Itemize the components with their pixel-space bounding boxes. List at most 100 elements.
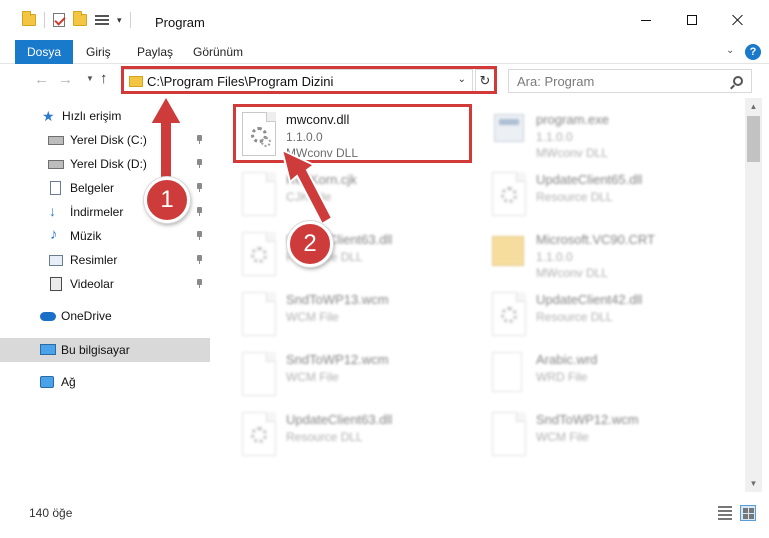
file-item[interactable]: Microsoft.VC90.CRT 1.1.0.0 MWconv DLL (486, 226, 726, 282)
close-icon (732, 14, 744, 26)
sidebar-item-music[interactable]: ♪ Müzik (0, 224, 210, 248)
new-folder-icon[interactable] (73, 11, 87, 26)
file-item[interactable]: UpdateClient63.dll Resource DLL (236, 226, 476, 282)
file-name: UpdateClient42.dll (536, 292, 643, 307)
minimize-button[interactable] (623, 0, 669, 40)
file-description: MWconv DLL (286, 146, 359, 160)
folder-icon (22, 11, 36, 26)
sidebar-item-label: Yerel Disk (C:) (70, 133, 147, 147)
sidebar-item-network[interactable]: Ağ (0, 370, 210, 394)
step-callout-1: 1 (144, 177, 190, 223)
forward-arrow-icon[interactable]: → (58, 71, 73, 88)
sidebar-item-disk-c[interactable]: Yerel Disk (C:) (0, 128, 210, 152)
search-placeholder[interactable]: Ara: Program (517, 74, 594, 89)
address-path[interactable]: C:\Program Files\Program Dizini (147, 74, 333, 89)
file-name: program.exe (536, 112, 609, 127)
file-item[interactable]: Arabic.wrd WRD File (486, 346, 726, 402)
close-button[interactable] (715, 0, 761, 40)
expand-ribbon-icon[interactable]: ⌄ (726, 45, 734, 56)
details-view-icon[interactable] (718, 506, 732, 520)
dll-file-icon (242, 112, 276, 156)
file-version: 1.1.0.0 (286, 130, 323, 144)
file-item[interactable]: RedKorn.cjk CJK File (236, 166, 476, 222)
maximize-button[interactable] (669, 0, 715, 40)
tab-view[interactable]: Görünüm (193, 40, 243, 64)
sidebar-item-disk-d[interactable]: Yerel Disk (D:) (0, 152, 210, 176)
file-list: mwconv.dll 1.1.0.0 MWconv DLL program.ex… (212, 98, 745, 492)
separator (44, 12, 45, 28)
file-type: Resource DLL (536, 190, 613, 204)
file-item[interactable]: SndToWP13.wcm WCM File (236, 286, 476, 342)
file-name: mwconv.dll (286, 112, 350, 127)
onedrive-icon (40, 312, 56, 321)
recent-locations-icon[interactable]: ▼ (86, 74, 94, 83)
file-item-program-exe[interactable]: program.exe 1.1.0.0 MWconv DLL (486, 106, 726, 162)
scroll-down-icon[interactable]: ▼ (745, 475, 762, 492)
sidebar-item-label: Ağ (61, 375, 76, 389)
window-title: Program (155, 15, 205, 30)
file-item-mwconv[interactable]: mwconv.dll 1.1.0.0 MWconv DLL (236, 106, 476, 162)
step-callout-2: 2 (287, 221, 333, 267)
refresh-button[interactable]: ↻ (475, 69, 495, 93)
dll-file-icon (492, 292, 526, 336)
file-item[interactable]: SndToWP12.wcm WCM File (236, 346, 476, 402)
up-arrow-icon[interactable]: ↑ (100, 70, 108, 87)
pin-icon (196, 207, 203, 216)
generic-file-icon (242, 172, 276, 216)
customize-dropdown-icon[interactable]: ▾ (117, 15, 122, 26)
tab-share[interactable]: Paylaş (137, 40, 173, 64)
file-item[interactable]: SndToWP12.wcm WCM File (486, 406, 726, 462)
dll-file-icon (242, 232, 276, 276)
sidebar-item-label: Bu bilgisayar (61, 343, 130, 357)
documents-icon (50, 181, 61, 195)
pin-icon (196, 183, 203, 192)
help-button[interactable]: ? (745, 44, 761, 60)
file-name: Arabic.wrd (536, 352, 598, 367)
item-count: 140 öğe (29, 506, 73, 520)
quick-access-toolbar: ▾ (22, 11, 131, 28)
sidebar-item-onedrive[interactable]: OneDrive (0, 304, 210, 328)
pin-icon (196, 255, 203, 264)
star-icon: ★ (42, 108, 55, 124)
drive-icon (48, 160, 64, 169)
address-bar[interactable]: C:\Program Files\Program Dizini ⌄ (123, 69, 473, 93)
file-name: Microsoft.VC90.CRT (536, 232, 655, 247)
minimize-icon (641, 19, 651, 21)
file-type: WRD File (536, 370, 588, 384)
tiles-view-icon[interactable] (740, 505, 756, 521)
tab-home[interactable]: Giriş (86, 40, 111, 64)
file-name: SndToWP12.wcm (536, 412, 639, 427)
sidebar-item-label: İndirmeler (70, 205, 124, 219)
sidebar-item-label: Yerel Disk (D:) (70, 157, 147, 171)
file-item[interactable]: UpdateClient63.dll Resource DLL (236, 406, 476, 462)
file-type: WCM File (286, 370, 339, 384)
pictures-icon (49, 255, 63, 266)
sidebar-item-videos[interactable]: Videolar (0, 272, 210, 296)
separator (129, 12, 131, 28)
file-description: MWconv DLL (536, 266, 609, 280)
tab-file[interactable]: Dosya (15, 40, 73, 64)
generic-file-icon (492, 352, 522, 392)
properties-check-icon[interactable] (53, 13, 65, 27)
chevron-down-icon[interactable]: ⌄ (458, 74, 466, 85)
vertical-scrollbar[interactable]: ▲ ▼ (745, 98, 762, 492)
scroll-up-icon[interactable]: ▲ (745, 98, 762, 115)
file-name: SndToWP13.wcm (286, 292, 389, 307)
file-item[interactable]: UpdateClient65.dll Resource DLL (486, 166, 726, 222)
generic-file-icon (492, 412, 526, 456)
sidebar-item-pictures[interactable]: Resimler (0, 248, 210, 272)
file-item[interactable]: UpdateClient42.dll Resource DLL (486, 286, 726, 342)
scrollbar-thumb[interactable] (747, 116, 760, 162)
search-icon[interactable] (733, 76, 743, 86)
file-name: UpdateClient63.dll (286, 412, 393, 427)
file-version: 1.1.0.0 (536, 130, 573, 144)
sidebar-item-quick-access[interactable]: ★ Hızlı erişim (0, 104, 210, 128)
properties-icon[interactable] (95, 13, 109, 27)
exe-file-icon (494, 114, 524, 142)
sidebar-item-this-pc[interactable]: Bu bilgisayar (0, 338, 210, 362)
file-type: Resource DLL (536, 310, 613, 324)
ribbon: Dosya Giriş Paylaş Görünüm ⌄ ? (0, 40, 769, 64)
maximize-icon (687, 15, 697, 25)
back-arrow-icon[interactable]: ← (34, 71, 49, 88)
search-box[interactable]: Ara: Program (508, 69, 752, 93)
